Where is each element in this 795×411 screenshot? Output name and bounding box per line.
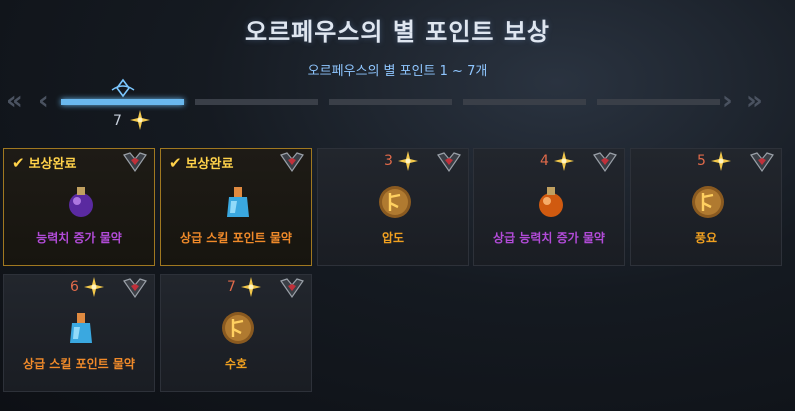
reward-item-name: 풍요: [694, 231, 718, 245]
required-points: 6: [70, 279, 79, 295]
first-page-arrow[interactable]: «: [6, 88, 23, 114]
star-icon: [84, 277, 104, 297]
rune-icon: [376, 183, 414, 221]
required-points: 5: [697, 153, 706, 169]
reward-card[interactable]: ✔ 보상완료능력치 증가 물약: [3, 148, 155, 266]
rune-icon: [689, 183, 727, 221]
star-icon: [130, 110, 150, 134]
rank-badge-icon: [279, 151, 305, 173]
reward-card-header: 3: [318, 149, 468, 175]
rank-badge-icon: [436, 151, 462, 173]
star-icon: [554, 151, 574, 171]
rune-icon: [219, 309, 257, 347]
reward-card[interactable]: 7 수호: [160, 274, 312, 392]
progress-marker-icon: [110, 78, 136, 98]
check-icon: ✔: [169, 154, 182, 172]
reward-completed-label: ✔ 보상완료: [169, 153, 233, 172]
progress-segment[interactable]: [463, 99, 586, 105]
required-points: 4: [540, 153, 549, 169]
required-points: 7: [227, 279, 236, 295]
reward-card-header: 7: [161, 275, 311, 301]
reward-item-name: 수호: [224, 357, 248, 371]
progress-point-count: 7: [113, 113, 122, 129]
progress-segment[interactable]: [61, 99, 184, 105]
reward-status-text: 보상완료: [185, 157, 234, 172]
reward-card[interactable]: 5 풍요: [630, 148, 782, 266]
progress-segment[interactable]: [329, 99, 452, 105]
reward-item-name: 상급 스킬 포인트 물약: [180, 231, 292, 245]
page-title: 오르페우스의 별 포인트 보상: [244, 18, 551, 46]
reward-card-header: 5: [631, 149, 781, 175]
reward-card-header: 6: [4, 275, 154, 301]
progress-segment[interactable]: [597, 99, 720, 105]
reward-card[interactable]: 6 상급 스킬 포인트 물약: [3, 274, 155, 392]
star-icon: [711, 151, 731, 171]
orange-potion-icon: [532, 183, 570, 221]
rank-badge-icon: [592, 151, 618, 173]
last-page-arrow[interactable]: »: [746, 88, 763, 114]
blue-potion-icon: [62, 309, 100, 347]
purple-potion-icon: [62, 183, 100, 221]
rank-badge-icon: [122, 151, 148, 173]
reward-item-name: 능력치 증가 물약: [36, 231, 122, 245]
check-icon: ✔: [12, 154, 25, 172]
reward-card[interactable]: ✔ 보상완료상급 스킬 포인트 물약: [160, 148, 312, 266]
blue-potion-icon: [219, 183, 257, 221]
reward-completed-label: ✔ 보상완료: [12, 153, 76, 172]
reward-card-header: 4: [474, 149, 624, 175]
reward-item-name: 상급 스킬 포인트 물약: [23, 357, 135, 371]
rank-badge-icon: [122, 277, 148, 299]
reward-card[interactable]: 3 압도: [317, 148, 469, 266]
progress-segment[interactable]: [195, 99, 318, 105]
star-icon: [398, 151, 418, 171]
star-icon: [241, 277, 261, 297]
rank-badge-icon: [749, 151, 775, 173]
rank-badge-icon: [279, 277, 305, 299]
reward-item-name: 압도: [381, 231, 405, 245]
reward-card-header: ✔ 보상완료: [161, 149, 311, 175]
page-subtitle: 오르페우스의 별 포인트 1 ~ 7개: [307, 64, 488, 79]
required-points: 3: [384, 153, 393, 169]
reward-card-header: ✔ 보상완료: [4, 149, 154, 175]
reward-card[interactable]: 4 상급 능력치 증가 물약: [473, 148, 625, 266]
prev-page-arrow[interactable]: ‹: [38, 88, 49, 114]
next-page-arrow[interactable]: ›: [722, 88, 733, 114]
reward-item-name: 상급 능력치 증가 물약: [493, 231, 605, 245]
reward-status-text: 보상완료: [28, 157, 77, 172]
